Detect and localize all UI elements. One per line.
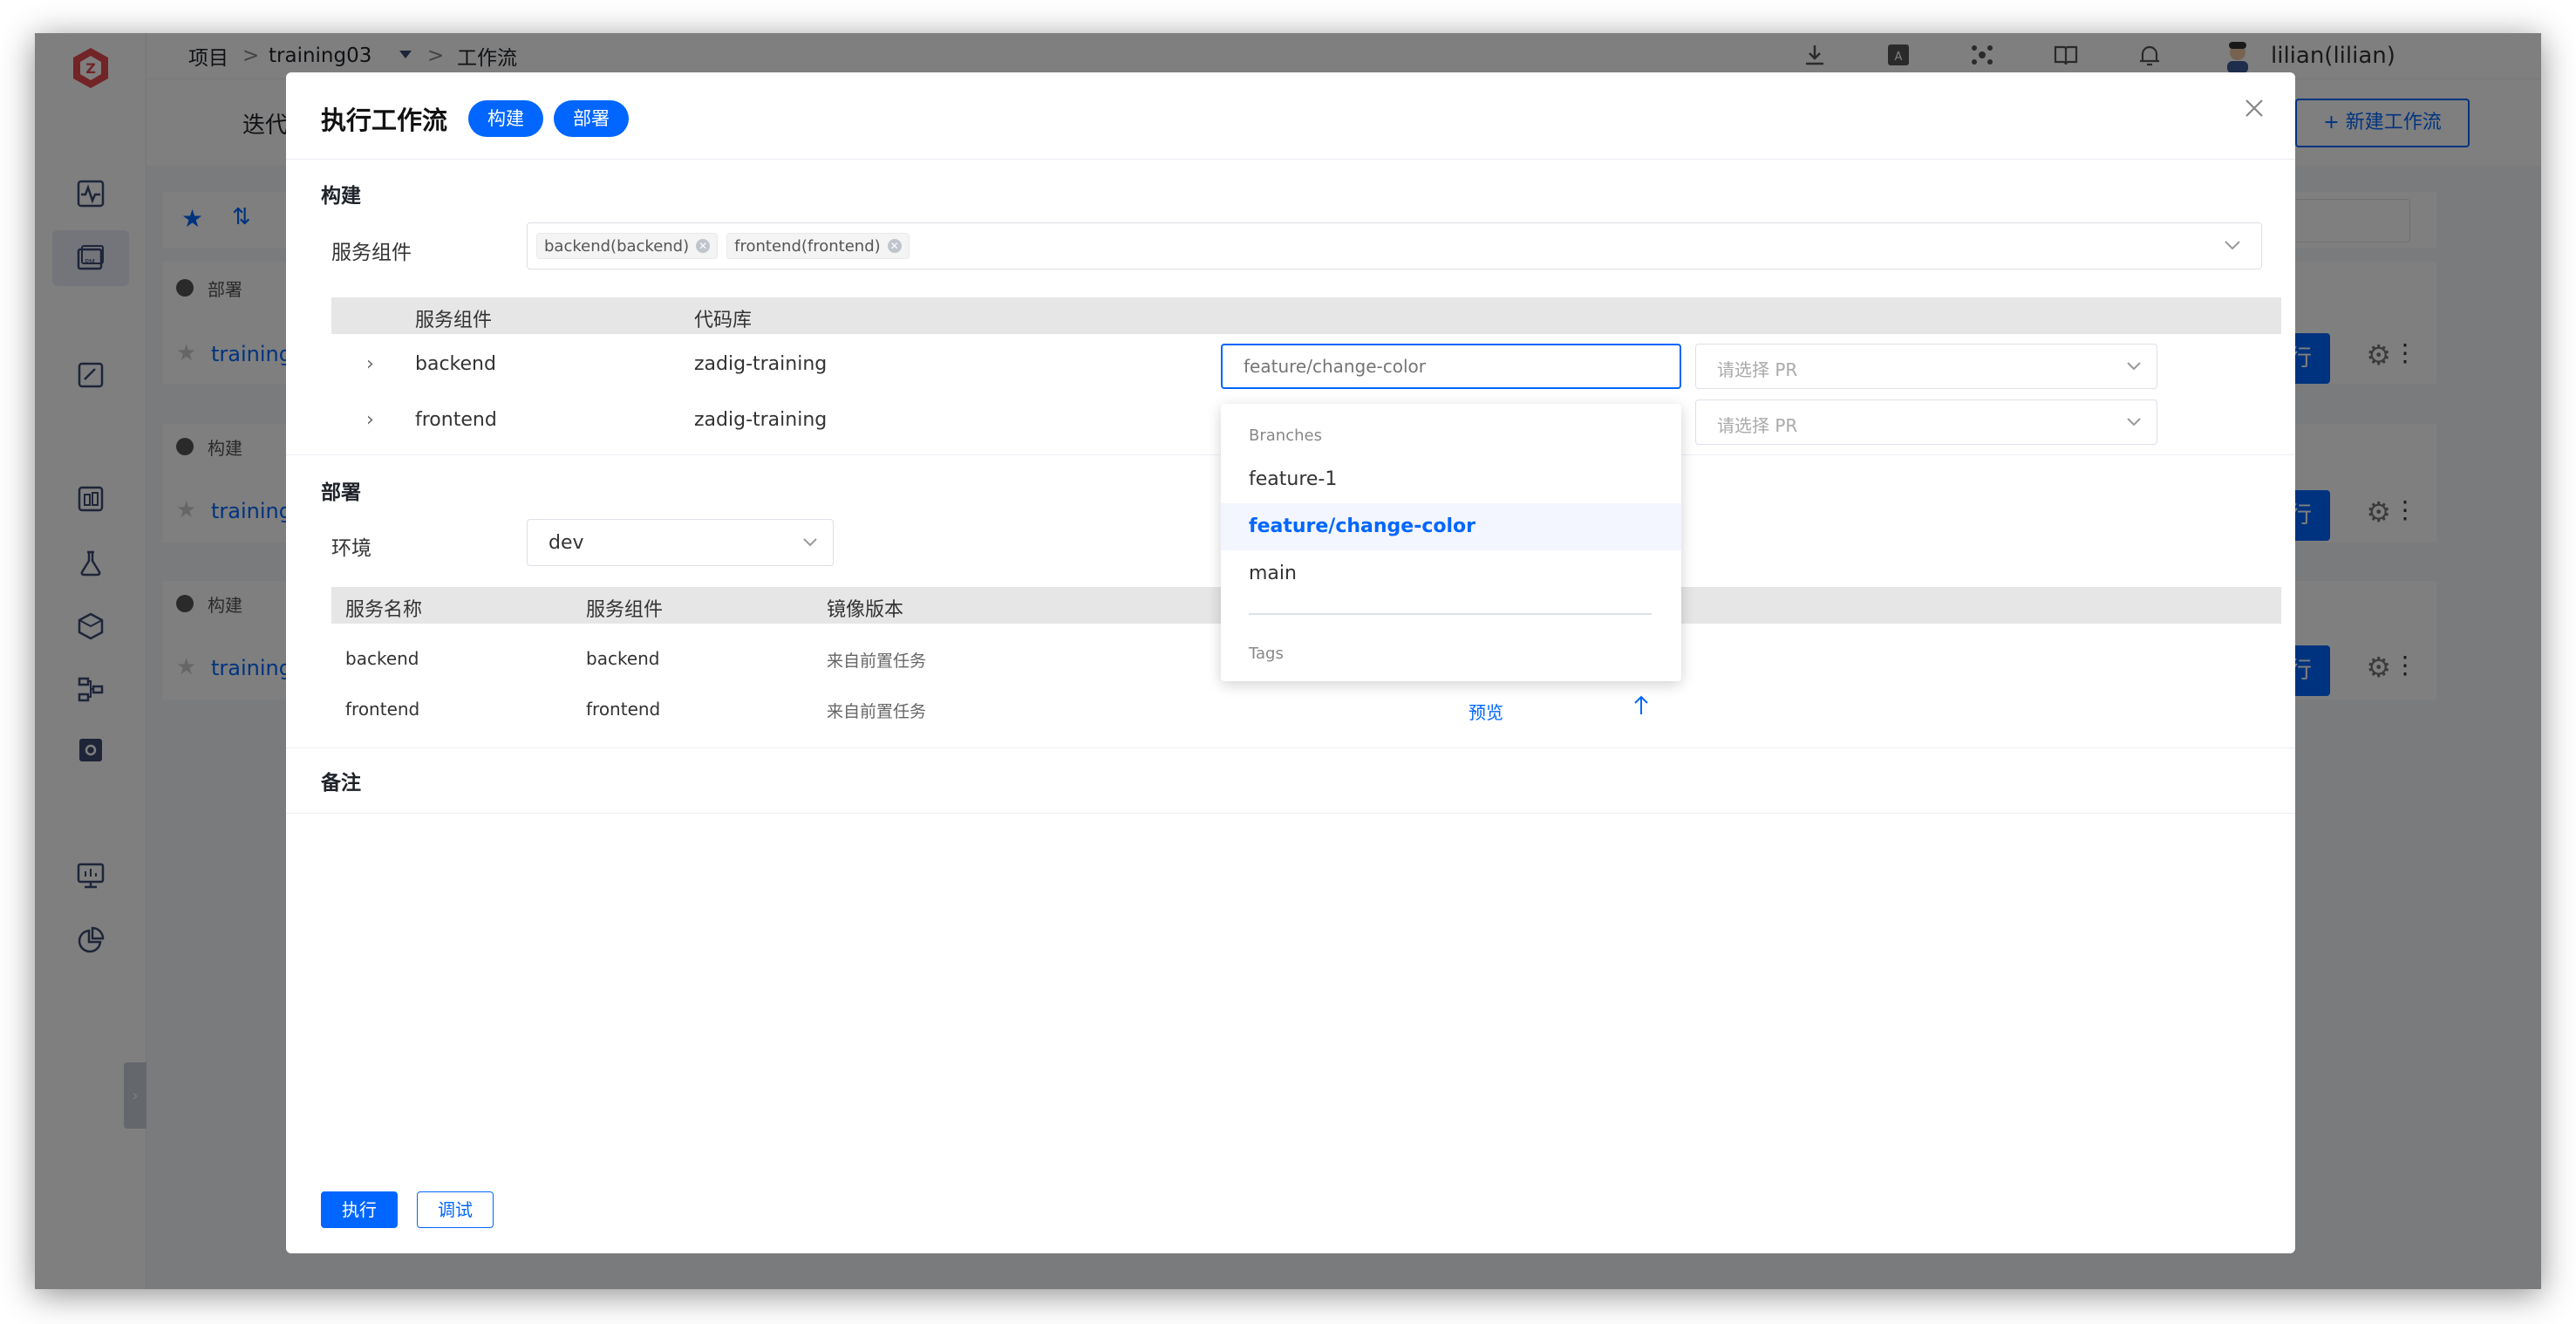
service-tag-label: frontend(frontend) — [734, 236, 881, 256]
dialog-header: 执行工作流 构建 部署 — [321, 97, 630, 140]
chevron-down-icon — [801, 533, 819, 554]
pr-placeholder: 请选择 PR — [1717, 415, 1798, 436]
service-tag[interactable]: backend(backend) ✕ — [536, 233, 719, 259]
service-multi-select[interactable]: backend(backend) ✕ frontend(frontend) ✕ — [527, 222, 2262, 270]
build-row-repo: zadig-training — [694, 409, 828, 431]
pr-select[interactable]: 请选择 PR — [1695, 399, 2157, 445]
group-divider — [1249, 613, 1652, 615]
run-button[interactable]: 执行 — [321, 1191, 398, 1228]
deploy-row-service: backend — [586, 648, 660, 669]
remark-area[interactable] — [286, 814, 2295, 1215]
chevron-down-icon — [2125, 357, 2143, 378]
col-image: 镜像版本 — [827, 599, 904, 621]
deploy-row-service: frontend — [586, 699, 661, 720]
divider — [286, 747, 2295, 748]
branch-option[interactable]: feature-1 — [1221, 456, 1681, 503]
pr-placeholder: 请选择 PR — [1717, 359, 1798, 380]
deploy-row-name: backend — [345, 648, 419, 669]
branch-input[interactable] — [1221, 344, 1681, 389]
col-repo: 代码库 — [694, 310, 753, 331]
chevron-down-icon[interactable] — [2223, 235, 2242, 258]
col-service: 服务组件 — [586, 599, 664, 621]
deploy-section-title: 部署 — [321, 481, 361, 504]
deploy-row-image: 来自前置任务 — [827, 702, 927, 721]
env-label: 环境 — [331, 537, 371, 560]
remove-tag-icon[interactable]: ✕ — [696, 239, 711, 253]
service-tag-label: backend(backend) — [544, 236, 690, 256]
chevron-down-icon — [2125, 413, 2143, 433]
deploy-row-name: frontend — [345, 699, 420, 720]
divider — [286, 159, 2295, 160]
remark-section-title: 备注 — [321, 772, 361, 795]
build-row-service: backend — [415, 353, 496, 375]
dialog-title: 执行工作流 — [321, 106, 448, 135]
service-label: 服务组件 — [331, 242, 412, 264]
expand-chevron-icon[interactable]: › — [366, 353, 374, 375]
branch-dropdown: Branches feature-1 feature/change-color … — [1221, 404, 1681, 681]
group-label-tags: Tags — [1249, 645, 1284, 663]
preview-link[interactable]: 预览 — [1469, 699, 1503, 724]
build-section-title: 构建 — [321, 185, 361, 208]
build-row-repo: zadig-training — [694, 353, 828, 375]
close-icon[interactable] — [2243, 97, 2266, 123]
branch-option[interactable]: main — [1221, 550, 1681, 597]
branch-option-selected[interactable]: feature/change-color — [1221, 503, 1681, 550]
build-row-service: frontend — [415, 409, 497, 431]
arrow-up-icon[interactable] — [1631, 693, 1652, 721]
expand-chevron-icon[interactable]: › — [366, 409, 374, 431]
app-window: Z PM › 项目 > training03 > 工作流 A lilian(li… — [35, 33, 2541, 1289]
col-service: 服务组件 — [415, 310, 493, 331]
stage-tag-build: 构建 — [468, 100, 544, 137]
service-tag[interactable]: frontend(frontend) ✕ — [726, 233, 910, 259]
pr-select[interactable]: 请选择 PR — [1695, 344, 2157, 389]
stage-tag-deploy: 部署 — [554, 100, 630, 137]
col-service-name: 服务名称 — [345, 599, 423, 621]
debug-button[interactable]: 调试 — [417, 1191, 494, 1228]
deploy-row-image: 来自前置任务 — [827, 652, 927, 671]
env-value: dev — [549, 532, 584, 554]
run-workflow-dialog: 执行工作流 构建 部署 构建 服务组件 backend(backend) ✕ fr… — [286, 72, 2295, 1253]
group-label-branches: Branches — [1249, 427, 1322, 445]
env-select[interactable]: dev — [527, 519, 834, 566]
remove-tag-icon[interactable]: ✕ — [887, 239, 902, 253]
build-table-header: 服务组件 代码库 — [331, 297, 2281, 334]
